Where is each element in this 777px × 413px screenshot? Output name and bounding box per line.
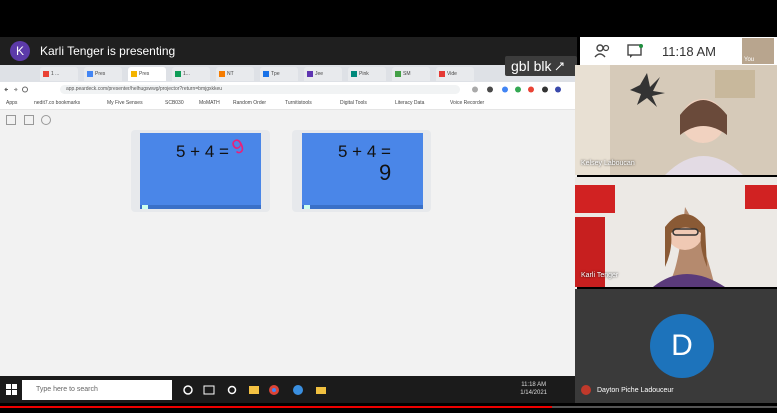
slide-footer [140, 205, 261, 209]
tab-label: Jee [315, 71, 324, 77]
slide-1[interactable]: 5 + 4 = 9 [140, 133, 261, 209]
chat-icon[interactable] [626, 43, 644, 59]
presenter-bar: K Karli Tenger is presenting [0, 37, 577, 65]
menu-icon[interactable] [6, 115, 16, 125]
slide-1-answer: 9 [228, 134, 249, 160]
participant-name: Kelsey Laboucan [581, 160, 635, 167]
browser-tab[interactable]: SM [392, 67, 430, 81]
taskbar-time: 11:18 AM [521, 382, 547, 388]
task-view-icon[interactable] [203, 384, 215, 396]
participant-name: Dayton Piche Ladouceur [596, 386, 674, 394]
slide-footer [302, 205, 423, 209]
browser-tab[interactable]: 1... [172, 67, 210, 81]
url-field[interactable]: app.peardeck.com/presenter/helhugswwg/pr… [60, 85, 460, 94]
self-label: You [744, 57, 755, 63]
bookmark-item[interactable]: Literacy Data [395, 100, 424, 106]
bookmark-item[interactable]: Turnitistools [285, 100, 312, 106]
presenter-avatar: K [10, 41, 30, 61]
tab-favicon-icon [395, 71, 401, 77]
windows-taskbar: Type here to search 11:18 AM 1/14/2021 [0, 376, 577, 403]
browser-tab[interactable]: Pres [128, 67, 166, 81]
browser-tab[interactable]: Tpe [260, 67, 298, 81]
browser-address-bar: app.peardeck.com/presenter/helhugswwg/pr… [0, 82, 577, 98]
slide-2[interactable]: 5 + 4 = 9 [302, 133, 423, 209]
people-icon[interactable] [594, 43, 612, 59]
mini-avatar-icon [581, 385, 591, 395]
windows-start-icon[interactable] [6, 384, 18, 396]
tab-favicon-icon [175, 71, 181, 77]
mail-icon[interactable] [315, 384, 327, 396]
participant-tile-kelsey[interactable]: Kelsey Laboucan [575, 65, 777, 175]
tab-favicon-icon [307, 71, 313, 77]
participant-name-row: Dayton Piche Ladouceur [581, 385, 674, 395]
tab-favicon-icon [219, 71, 225, 77]
bookmark-item[interactable]: Apps [6, 100, 17, 106]
taskbar-clock: 11:18 AM 1/14/2021 [520, 381, 547, 397]
tab-label: Pink [359, 71, 369, 77]
taskbar-search-input[interactable]: Type here to search [22, 380, 172, 400]
bookmark-item[interactable]: Random Order [233, 100, 266, 106]
participant-avatar: D [650, 314, 714, 378]
participant-name: Karli Tenger [581, 272, 619, 279]
browser-tab[interactable]: Vide [436, 67, 474, 81]
meeting-top-bar: 11:18 AM You [580, 37, 777, 65]
browser-tab-strip: 1 ... Pres Pres 1... NT Tpe Jee Pink SM Vide [0, 65, 577, 82]
video-progress-fill [0, 406, 552, 408]
participant-video [575, 65, 777, 175]
nav-buttons-icon[interactable] [4, 85, 34, 94]
tab-favicon-icon [351, 71, 357, 77]
edge-icon[interactable] [292, 384, 304, 396]
self-video-thumbnail[interactable]: You [742, 38, 774, 64]
slide-2-answer: 9 [379, 160, 392, 185]
settings-icon[interactable] [226, 384, 238, 396]
tab-label: Tpe [271, 71, 280, 77]
slide-2-equation: 5 + 4 = [338, 142, 391, 161]
bookmark-item[interactable]: nedit7.co bookmarks [34, 100, 80, 106]
bookmark-item[interactable]: Digital Tools [340, 100, 367, 106]
tab-favicon-icon [131, 71, 137, 77]
grid-icon[interactable] [24, 115, 34, 125]
tab-label: 1 ... [51, 71, 60, 77]
participant-video [575, 177, 777, 287]
browser-tab[interactable]: Pres [84, 67, 122, 81]
taskbar-date: 1/14/2021 [520, 390, 547, 396]
gbl-badge-label: gbl blk [511, 58, 552, 74]
tab-favicon-icon [263, 71, 269, 77]
browser-tab[interactable]: NT [216, 67, 254, 81]
browser-tab[interactable]: 1 ... [40, 67, 78, 81]
participant-tile-karli[interactable]: Karli Tenger [575, 177, 777, 287]
tab-favicon-icon [87, 71, 93, 77]
tab-label: Pres [95, 71, 106, 77]
bookmark-item[interactable]: SCB030 [165, 100, 184, 106]
tab-label: Pres [139, 71, 150, 77]
browser-extension-icons[interactable] [470, 85, 570, 94]
meeting-clock: 11:18 AM [662, 43, 716, 59]
location-icon[interactable] [41, 115, 51, 125]
app-toolbar [0, 109, 577, 129]
tab-favicon-icon [439, 71, 445, 77]
expand-icon[interactable] [555, 62, 564, 71]
tab-label: NT [227, 71, 234, 77]
participant-tile-dayton[interactable]: D Dayton Piche Ladouceur [575, 289, 777, 403]
cortana-icon[interactable] [182, 384, 194, 396]
chrome-icon[interactable] [268, 384, 280, 396]
bookmark-item[interactable]: My Five Senses [107, 100, 143, 106]
presenter-status-text: Karli Tenger is presenting [40, 44, 176, 58]
tab-label: SM [403, 71, 411, 77]
gbl-badge: gbl blk [505, 56, 577, 76]
slide-1-equation: 5 + 4 = [176, 142, 229, 161]
shared-screen: 1 ... Pres Pres 1... NT Tpe Jee Pink SM Vide app.… [0, 65, 577, 403]
bookmark-item[interactable]: Voice Recorder [450, 100, 484, 106]
file-explorer-icon[interactable] [248, 384, 260, 396]
browser-tab[interactable]: Pink [348, 67, 386, 81]
tab-label: 1... [183, 71, 190, 77]
tab-label: Vide [447, 71, 457, 77]
browser-tab[interactable]: Jee [304, 67, 342, 81]
bookmark-item[interactable]: MoMATH [199, 100, 220, 106]
tab-favicon-icon [43, 71, 49, 77]
